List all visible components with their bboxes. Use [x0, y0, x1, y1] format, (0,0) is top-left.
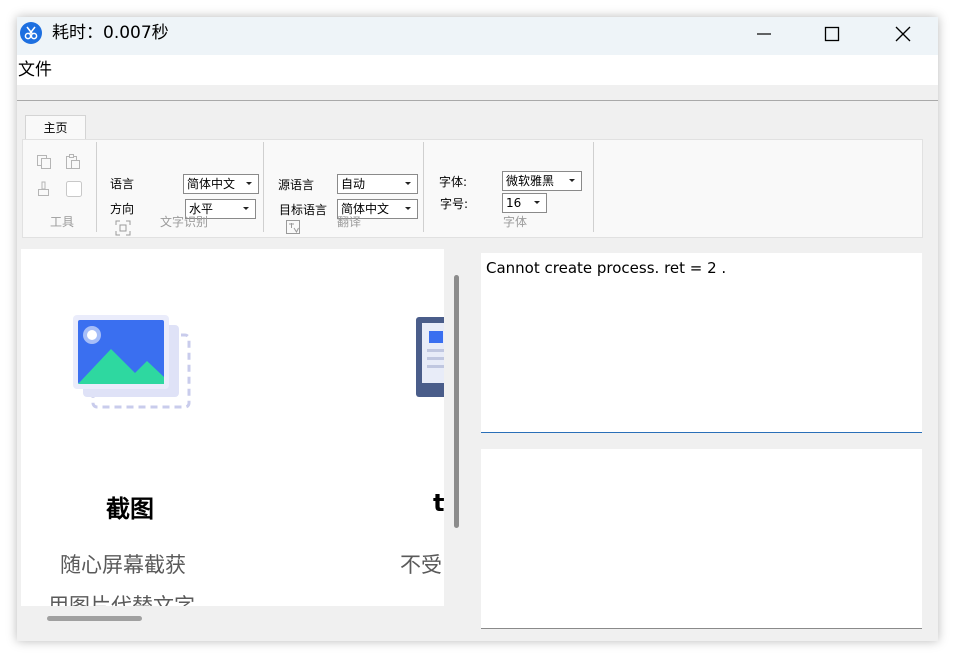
app-scissors-icon	[20, 22, 42, 44]
feature-desc: 随心屏幕截获	[60, 553, 186, 577]
chevron-down-icon	[246, 182, 252, 185]
font-family-label: 字体:	[439, 175, 468, 189]
feature-panel: 截图 随心屏幕截获 用图片代替文字 t 不受	[21, 249, 444, 606]
ribbon: 工具 语言 简体中文 方向 水平 文字识别 源语言 自动 目标语言 简体中文 翻…	[22, 139, 923, 238]
chevron-down-icon	[405, 182, 411, 185]
minimize-icon	[757, 33, 771, 35]
feature-desc: 用图片代替文字	[48, 594, 195, 606]
target-language-label: 目标语言	[279, 203, 328, 217]
chevron-down-icon	[405, 207, 411, 210]
close-button[interactable]	[880, 17, 926, 51]
app-window: 耗时：0.007秒 文件 主页 工具 语言 简体中文 方向 水平 文字识别 源语…	[17, 17, 938, 641]
translate-icon[interactable]	[285, 219, 301, 235]
checkbox-icon[interactable]	[65, 180, 83, 198]
ocr-result-textbox[interactable]: Cannot create process. ret = 2 .	[481, 253, 922, 433]
feature-desc: 不受	[400, 553, 442, 577]
copy-icon[interactable]	[36, 154, 52, 170]
language-select[interactable]: 简体中文	[183, 174, 259, 194]
chevron-down-icon	[243, 207, 249, 210]
direction-label: 方向	[110, 202, 135, 216]
language-value: 简体中文	[187, 177, 236, 191]
source-language-label: 源语言	[278, 178, 315, 192]
source-language-select[interactable]: 自动	[337, 174, 418, 194]
menu-file[interactable]: 文件	[17, 59, 53, 81]
group-separator	[96, 142, 97, 232]
vertical-scrollbar[interactable]	[454, 275, 459, 528]
translation-result-textbox[interactable]	[481, 449, 922, 629]
font-family-value: 微软雅黑	[506, 174, 555, 188]
font-family-select[interactable]: 微软雅黑	[502, 171, 582, 191]
source-language-value: 自动	[341, 177, 366, 191]
group-separator	[263, 142, 264, 232]
language-label: 语言	[110, 177, 135, 191]
paste-icon[interactable]	[65, 154, 81, 170]
window-title: 耗时：0.007秒	[52, 23, 169, 43]
group-separator	[593, 142, 594, 232]
ocr-icon[interactable]	[115, 220, 131, 236]
font-size-value: 16	[506, 196, 522, 210]
divider	[17, 100, 938, 101]
group-label-tools: 工具	[50, 215, 75, 229]
group-label-font: 字体	[503, 215, 528, 229]
close-icon	[895, 26, 911, 42]
document-image-icon	[416, 317, 444, 397]
feature-title: 截图	[106, 495, 154, 523]
font-size-label: 字号:	[440, 197, 469, 211]
group-label-ocr: 文字识别	[160, 215, 209, 229]
chevron-down-icon	[569, 179, 575, 182]
group-separator	[423, 142, 424, 232]
maximize-icon	[824, 26, 840, 42]
feature-title: t	[433, 489, 444, 517]
chevron-down-icon	[534, 201, 540, 204]
minimize-button[interactable]	[741, 17, 787, 51]
ocr-result-text: Cannot create process. ret = 2 .	[486, 259, 727, 277]
font-size-select[interactable]: 16	[502, 193, 547, 213]
group-label-translate: 翻译	[337, 215, 362, 229]
clear-icon[interactable]	[36, 181, 52, 197]
tab-home[interactable]: 主页	[25, 115, 86, 139]
horizontal-scrollbar[interactable]	[47, 616, 142, 621]
menu-bar: 文件	[17, 55, 938, 85]
screenshot-image-icon	[73, 315, 191, 409]
title-bar: 耗时：0.007秒	[17, 17, 938, 55]
maximize-button[interactable]	[809, 17, 855, 51]
